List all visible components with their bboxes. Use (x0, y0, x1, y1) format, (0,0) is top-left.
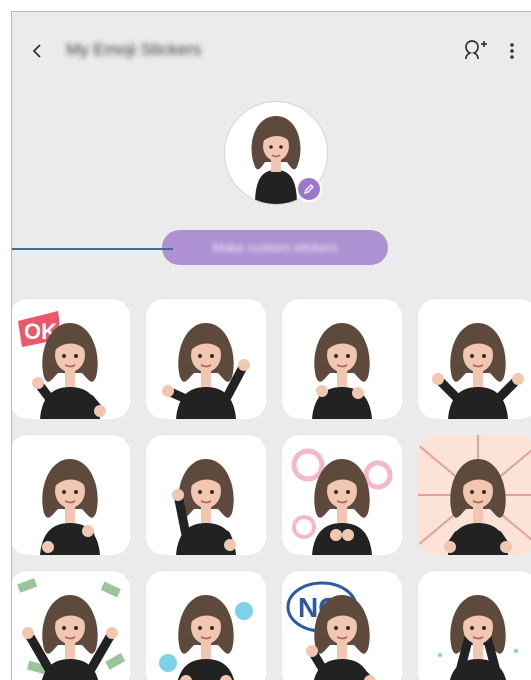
chevron-left-icon (32, 44, 41, 58)
edit-avatar-button[interactable] (296, 176, 322, 202)
sticker-happy[interactable] (12, 435, 130, 555)
sticker-sleepy[interactable] (146, 571, 266, 680)
sticker-image (172, 459, 236, 555)
make-custom-stickers-label: Make custom stickers (212, 240, 338, 255)
callout-line (12, 248, 173, 250)
sticker-image (291, 448, 393, 555)
sticker-image (438, 595, 518, 680)
sticker-shrug[interactable] (418, 299, 531, 419)
sticker-rings[interactable] (282, 435, 402, 555)
sticker-no[interactable]: NO (282, 571, 402, 680)
add-person-icon (465, 40, 487, 60)
sticker-image (432, 323, 524, 419)
sticker-image (159, 595, 253, 680)
app-bar: My Emoji Stickers (12, 12, 531, 88)
sticker-image (40, 459, 100, 555)
make-custom-stickers-button[interactable]: Make custom stickers (162, 230, 388, 265)
sticker-image (418, 435, 531, 555)
sticker-wave[interactable] (146, 435, 266, 555)
sticker-angry[interactable] (418, 435, 531, 555)
app-screen: My Emoji Stickers Make custom stickers O… (11, 11, 531, 680)
sticker-image (17, 578, 126, 680)
back-button[interactable] (22, 36, 52, 66)
sticker-money[interactable] (12, 571, 130, 680)
sticker-facepalm[interactable] (418, 571, 531, 680)
sticker-thumbs[interactable] (282, 299, 402, 419)
more-vertical-icon (510, 43, 514, 59)
sticker-surprised[interactable] (146, 299, 266, 419)
pencil-icon (303, 184, 314, 195)
sticker-image (162, 323, 250, 419)
more-options-button[interactable] (499, 36, 525, 66)
sticker-image: NO (286, 581, 376, 680)
page-title: My Emoji Stickers (66, 40, 202, 59)
add-person-button[interactable] (460, 36, 490, 66)
sticker-ok[interactable]: OK! (12, 299, 130, 419)
sticker-image: OK! (18, 311, 106, 419)
sticker-image (312, 323, 372, 419)
